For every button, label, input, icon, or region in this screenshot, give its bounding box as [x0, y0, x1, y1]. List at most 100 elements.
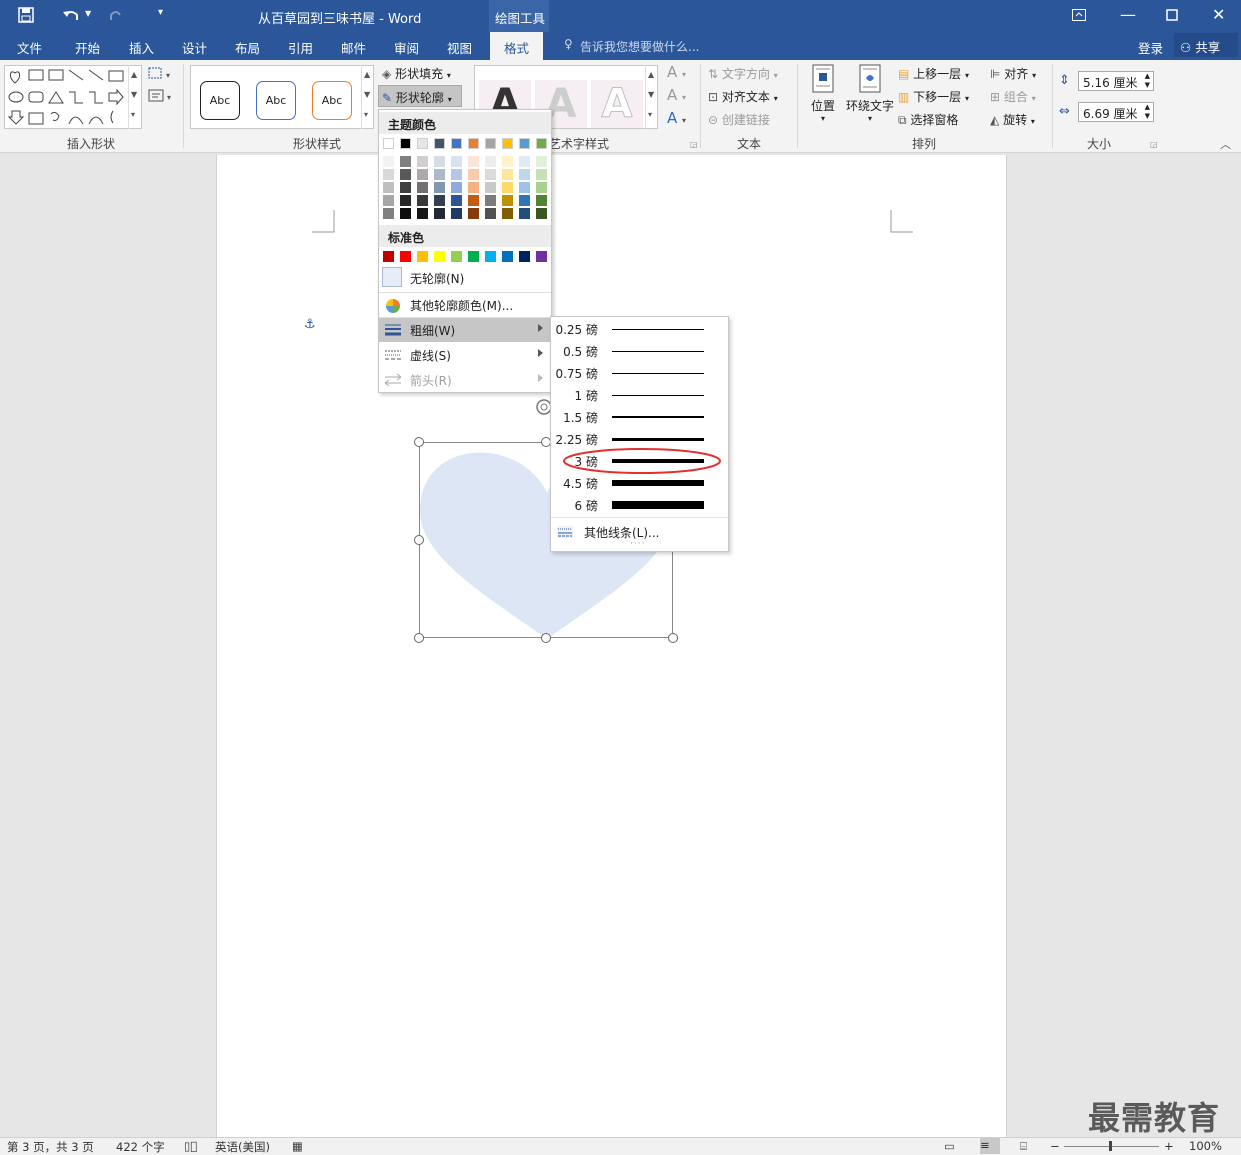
shape-height-input[interactable]: 5.16 厘米 ▲ ▼ [1078, 71, 1154, 91]
save-icon[interactable] [18, 7, 34, 23]
shape-style-sample-black[interactable]: Abc [200, 81, 240, 120]
resize-handle-bottom-right[interactable] [668, 633, 678, 643]
theme-shade-swatch[interactable] [417, 195, 428, 206]
theme-color-swatch[interactable] [383, 138, 394, 149]
theme-shade-swatch[interactable] [434, 195, 445, 206]
standard-color-swatch[interactable] [485, 251, 496, 262]
bring-forward-button[interactable]: ▤ 上移一层 ▾ [898, 65, 969, 82]
resize-handle-left[interactable] [414, 535, 424, 545]
theme-shade-swatch[interactable] [400, 195, 411, 206]
theme-shade-swatch[interactable] [383, 195, 394, 206]
theme-shade-swatch[interactable] [417, 169, 428, 180]
resize-handle-bottom-left[interactable] [414, 633, 424, 643]
theme-shade-swatch[interactable] [536, 195, 547, 206]
theme-shade-swatch[interactable] [400, 208, 411, 219]
theme-shade-swatch[interactable] [519, 195, 530, 206]
theme-shade-swatch[interactable] [485, 156, 496, 167]
theme-shade-swatch[interactable] [417, 156, 428, 167]
theme-shade-swatch[interactable] [434, 182, 445, 193]
wordart-sample-3[interactable]: A [591, 80, 643, 128]
theme-shade-swatch[interactable] [536, 182, 547, 193]
weight-option[interactable]: 0.25 磅 [551, 318, 728, 340]
theme-shade-swatch[interactable] [485, 169, 496, 180]
text-effects-icon[interactable]: A ▾ [667, 109, 686, 127]
width-spinner-icon[interactable]: ▲ ▼ [1145, 103, 1150, 121]
theme-shade-swatch[interactable] [417, 208, 428, 219]
rotate-button[interactable]: ◭ 旋转 ▾ [990, 111, 1035, 128]
theme-shade-swatch[interactable] [519, 208, 530, 219]
theme-shade-swatch[interactable] [502, 182, 513, 193]
theme-color-swatch[interactable] [485, 138, 496, 149]
web-layout-icon[interactable]: ⌸ [1020, 1139, 1027, 1154]
position-button[interactable]: 位置 ▾ [806, 64, 840, 132]
theme-shade-swatch[interactable] [434, 156, 445, 167]
theme-shade-swatch[interactable] [434, 208, 445, 219]
theme-color-swatch[interactable] [400, 138, 411, 149]
shape-fill-button[interactable]: ◈ 形状填充 ▾ [382, 65, 451, 82]
theme-shade-swatch[interactable] [536, 156, 547, 167]
create-link-button[interactable]: ⊝ 创建链接 [708, 111, 770, 128]
no-outline-item[interactable]: 无轮廓(N) [379, 266, 551, 290]
tab-layout[interactable]: 布局 [235, 38, 260, 57]
wordart-styles-scroll[interactable]: ▲ ▼ ▾ [645, 65, 658, 129]
standard-color-swatch[interactable] [502, 251, 513, 262]
align-text-button[interactable]: ⊡ 对齐文本 ▾ [708, 88, 778, 105]
zoom-in-icon[interactable]: + [1164, 1139, 1174, 1153]
shape-style-sample-blue[interactable]: Abc [256, 81, 296, 120]
selection-pane-button[interactable]: ⧉ 选择窗格 [898, 111, 958, 128]
wrap-text-button[interactable]: 环绕文字 ▾ [844, 64, 896, 132]
zoom-slider-thumb[interactable] [1109, 1141, 1112, 1151]
theme-shade-swatch[interactable] [451, 195, 462, 206]
word-count[interactable]: 422 个字 [116, 1139, 165, 1155]
text-direction-button[interactable]: ⇅ 文字方向 ▾ [708, 65, 778, 82]
zoom-level[interactable]: 100% [1189, 1139, 1222, 1153]
shape-outline-button[interactable]: ✎ 形状轮廓 ▾ [378, 85, 462, 107]
resize-grip-icon[interactable]: ···· [630, 539, 645, 549]
weight-option[interactable]: 0.75 磅 [551, 362, 728, 384]
close-icon[interactable]: ✕ [1212, 5, 1225, 24]
theme-shade-swatch[interactable] [485, 182, 496, 193]
theme-shade-swatch[interactable] [502, 169, 513, 180]
theme-shade-swatch[interactable] [417, 182, 428, 193]
arrows-item[interactable]: 箭头(R) [379, 368, 551, 392]
theme-shade-swatch[interactable] [536, 169, 547, 180]
read-mode-icon[interactable]: ▭ [944, 1139, 955, 1153]
dialog-launcher-icon[interactable]: ◲ [690, 140, 698, 149]
more-outline-colors-item[interactable]: 其他轮廓颜色(M)... [379, 293, 551, 317]
weight-option[interactable]: 1.5 磅 [551, 406, 728, 428]
theme-shade-swatch[interactable] [502, 195, 513, 206]
theme-shade-swatch[interactable] [451, 156, 462, 167]
resize-handle-top-left[interactable] [414, 437, 424, 447]
shape-width-input[interactable]: 6.69 厘米 ▲ ▼ [1078, 102, 1154, 122]
height-spinner-icon[interactable]: ▲ ▼ [1145, 72, 1150, 90]
undo-icon[interactable] [62, 7, 80, 23]
tab-review[interactable]: 审阅 [394, 38, 419, 57]
print-layout-icon[interactable]: ≡ [980, 1138, 1000, 1154]
weight-option[interactable]: 2.25 磅 [551, 428, 728, 450]
macro-icon[interactable]: ▦ [292, 1139, 303, 1153]
theme-shade-swatch[interactable] [485, 195, 496, 206]
tab-view[interactable]: 视图 [447, 38, 472, 57]
standard-color-swatch[interactable] [468, 251, 479, 262]
theme-color-swatch[interactable] [536, 138, 547, 149]
shape-styles-scroll[interactable]: ▲ ▼ ▾ [361, 65, 374, 129]
theme-shade-swatch[interactable] [383, 182, 394, 193]
theme-shade-swatch[interactable] [468, 195, 479, 206]
theme-shade-swatch[interactable] [451, 169, 462, 180]
text-outline-icon[interactable]: A ▾ [667, 86, 686, 104]
draw-text-box-icon[interactable]: ▾ [148, 88, 176, 104]
collapse-ribbon-icon[interactable]: ︿ [1220, 136, 1231, 152]
theme-shade-swatch[interactable] [400, 156, 411, 167]
theme-shade-swatch[interactable] [502, 156, 513, 167]
tab-format[interactable]: 格式 [490, 32, 544, 60]
weight-option[interactable]: 1 磅 [551, 384, 728, 406]
ribbon-display-options-icon[interactable] [1072, 9, 1086, 21]
undo-dropdown-icon[interactable]: ▼ [85, 9, 91, 18]
theme-shade-swatch[interactable] [451, 182, 462, 193]
resize-handle-bottom[interactable] [541, 633, 551, 643]
standard-color-swatch[interactable] [383, 251, 394, 262]
standard-color-swatch[interactable] [434, 251, 445, 262]
document-page[interactable]: ⚓ [216, 155, 1007, 1137]
shape-style-sample-orange[interactable]: Abc [312, 81, 352, 120]
align-button[interactable]: ⊫ 对齐 ▾ [990, 65, 1036, 82]
